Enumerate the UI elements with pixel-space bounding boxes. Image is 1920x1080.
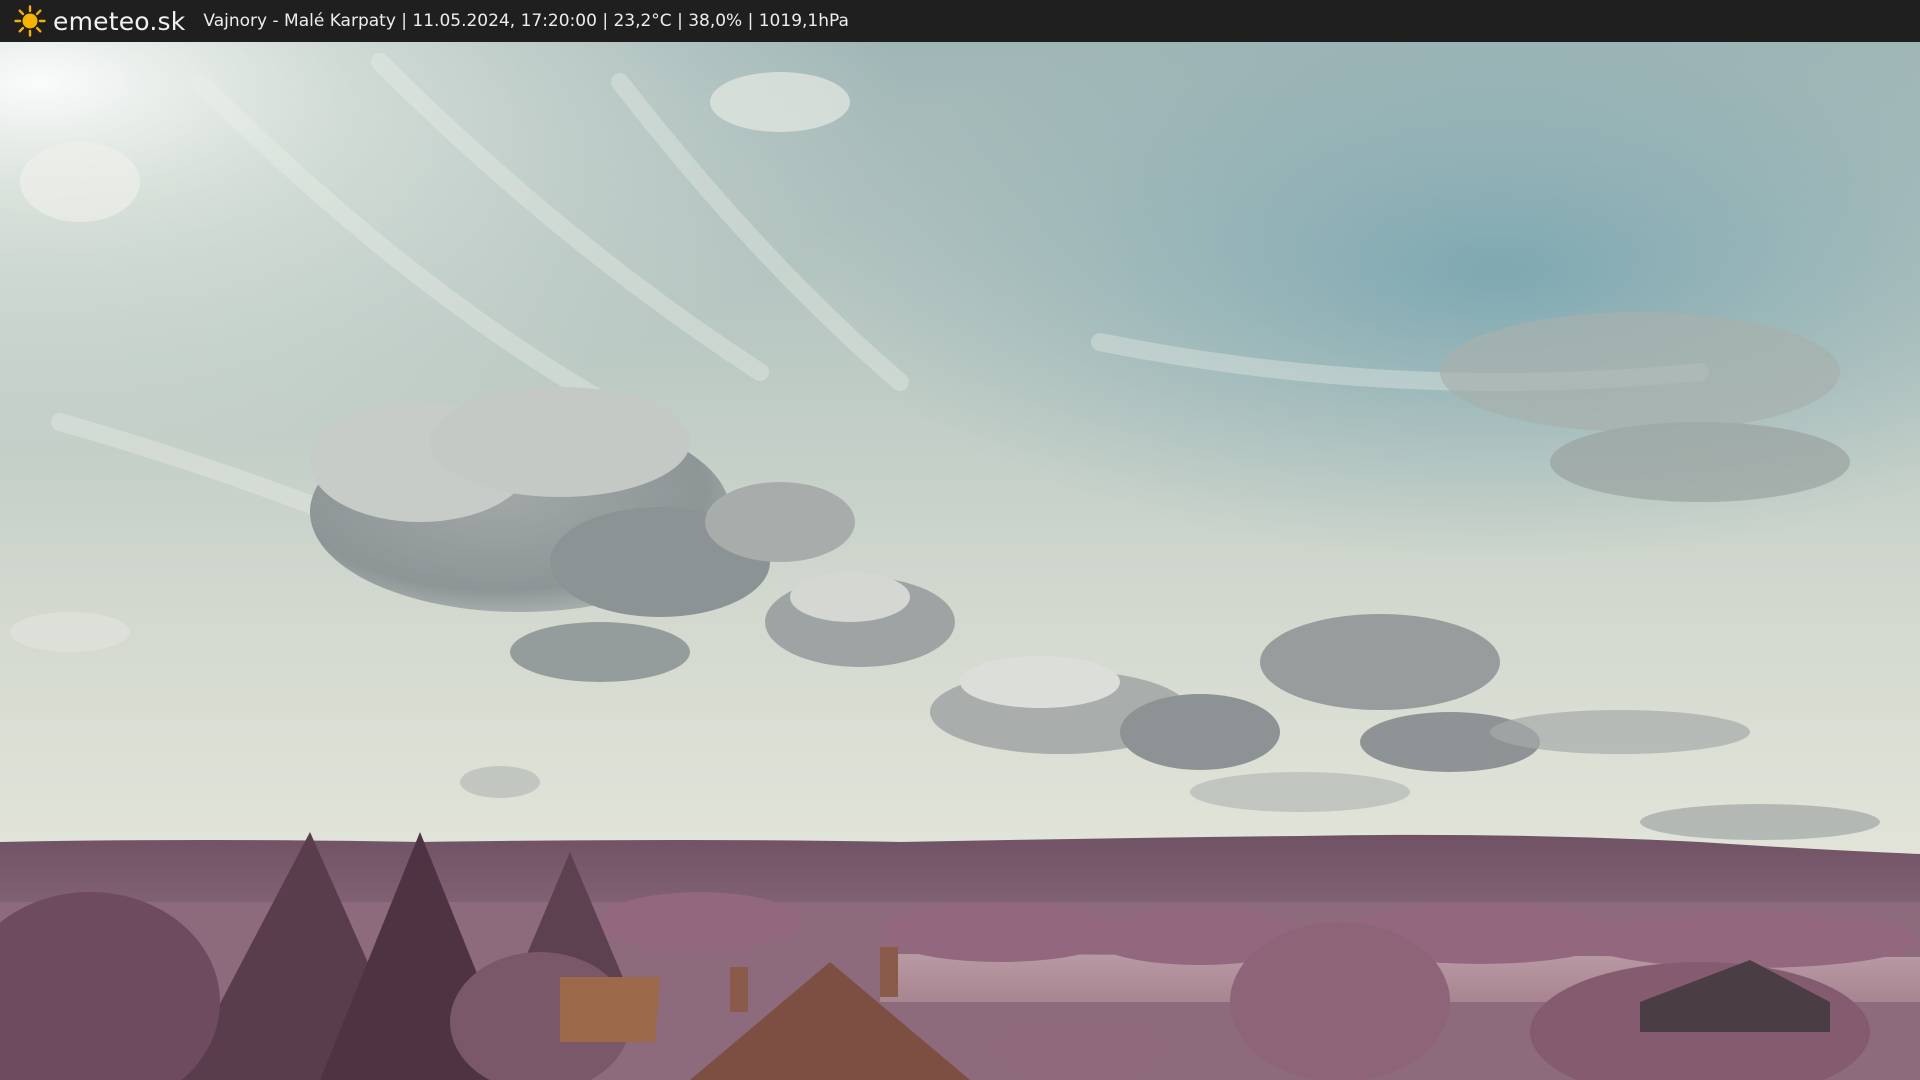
- header-bar: emeteo.sk Vajnory - Malé Karpaty | 11.05…: [0, 0, 1920, 42]
- site-logo-text: emeteo.sk: [53, 6, 186, 36]
- webcam-page: emeteo.sk Vajnory - Malé Karpaty | 11.05…: [0, 0, 1920, 1080]
- sun-icon: [13, 4, 47, 38]
- station-caption: Vajnory - Malé Karpaty | 11.05.2024, 17:…: [203, 11, 849, 31]
- webcam-image: [0, 42, 1920, 1080]
